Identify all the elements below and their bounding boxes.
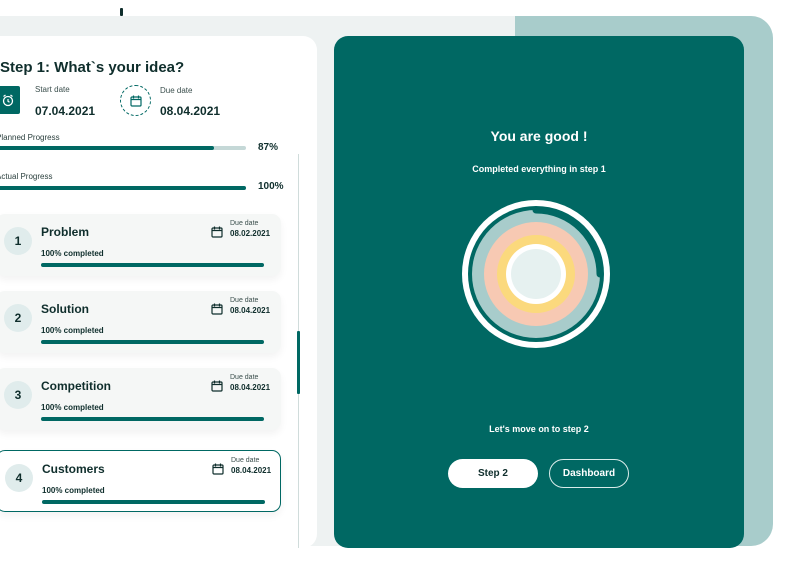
calendar-icon xyxy=(212,463,224,475)
calendar-icon xyxy=(211,226,223,238)
start-date-label: Start date xyxy=(35,85,70,94)
due-date-label: Due date xyxy=(160,86,193,95)
step-due-value: 08.04.2021 xyxy=(231,466,272,475)
planned-progress-label: Planned Progress xyxy=(0,133,60,142)
step-due-label: Due date xyxy=(230,220,259,227)
step-name: Customers xyxy=(42,462,105,476)
actual-progress-label: Actual Progress xyxy=(0,172,53,181)
step-progress-bar xyxy=(41,263,264,267)
progress-rings xyxy=(462,200,610,348)
step-number: 1 xyxy=(4,227,32,255)
step-due-label: Due date xyxy=(231,457,260,464)
dashboard-button[interactable]: Dashboard xyxy=(549,459,629,488)
calendar-icon xyxy=(211,303,223,315)
step-due-value: 08.04.2021 xyxy=(230,383,271,392)
top-cut-glyph xyxy=(120,8,123,16)
step-card-solution[interactable]: 2 Solution Due date 08.04.2021 100% comp… xyxy=(0,291,281,353)
step-name: Problem xyxy=(41,225,90,239)
planned-progress-fill xyxy=(0,146,214,150)
actual-progress-fill xyxy=(0,186,246,190)
planned-progress-bar xyxy=(0,146,246,150)
step-due-label: Due date xyxy=(230,374,259,381)
calendar-icon xyxy=(120,85,151,116)
completion-panel: You are good ! Completed everything in s… xyxy=(334,36,744,548)
step-progress-bar xyxy=(41,340,264,344)
step-due-value: 08.04.2021 xyxy=(230,306,271,315)
step-due-label: Due date xyxy=(230,297,259,304)
calendar-icon xyxy=(211,380,223,392)
due-date-value: 08.04.2021 xyxy=(160,104,221,118)
step-details-panel: Step 1: What`s your idea? Start date 07.… xyxy=(0,36,317,548)
step-progress-bar xyxy=(41,417,264,421)
step-card-competition[interactable]: 3 Competition Due date 08.04.2021 100% c… xyxy=(0,368,281,430)
planned-progress-percent: 87% xyxy=(258,142,279,153)
step-title: Step 1: What`s your idea? xyxy=(0,59,185,76)
step-completion-text: 100% completed xyxy=(42,486,105,495)
step-completion-text: 100% completed xyxy=(41,249,104,258)
scrollbar-thumb[interactable] xyxy=(297,331,300,394)
step-due-value: 08.02.2021 xyxy=(230,229,271,238)
step-number: 3 xyxy=(4,381,32,409)
step-2-button[interactable]: Step 2 xyxy=(448,459,538,488)
next-step-text: Let's move on to step 2 xyxy=(489,424,589,434)
start-date-value: 07.04.2021 xyxy=(35,104,96,118)
ring-core xyxy=(511,249,561,299)
step-card-customers[interactable]: 4 Customers Due date 08.04.2021 100% com… xyxy=(0,450,281,512)
completion-title: You are good ! xyxy=(490,128,588,144)
actual-progress-bar xyxy=(0,186,246,190)
step-name: Competition xyxy=(41,379,111,393)
step-completion-text: 100% completed xyxy=(41,403,104,412)
step-number: 4 xyxy=(5,464,33,492)
step-number: 2 xyxy=(4,304,32,332)
step-card-problem[interactable]: 1 Problem Due date 08.02.2021 100% compl… xyxy=(0,214,281,276)
step-progress-bar xyxy=(42,500,265,504)
completion-subtitle: Completed everything in step 1 xyxy=(472,164,606,174)
alarm-clock-icon xyxy=(0,86,20,114)
step-name: Solution xyxy=(41,302,89,316)
actual-progress-percent: 100% xyxy=(258,181,284,192)
step-completion-text: 100% completed xyxy=(41,326,104,335)
